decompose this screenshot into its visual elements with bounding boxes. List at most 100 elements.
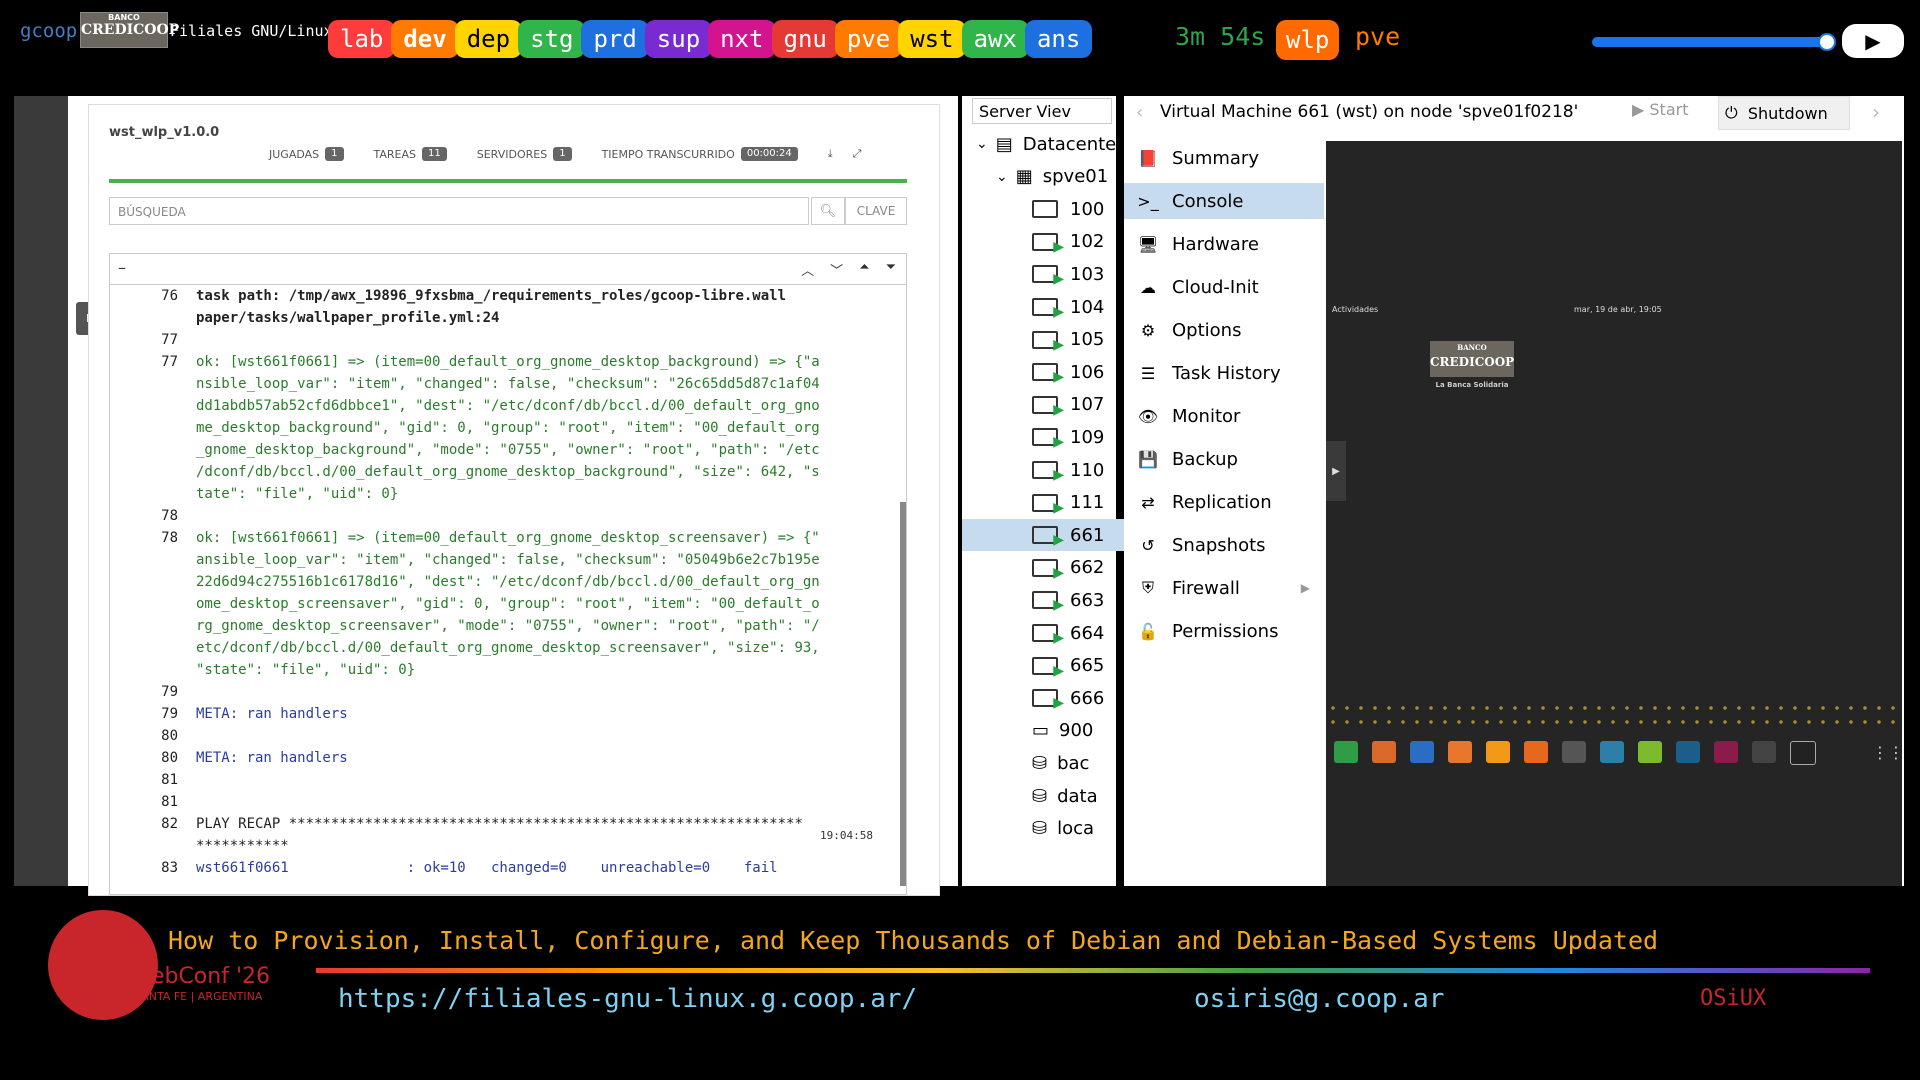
menu-permissions[interactable]: 🔓 Permissions xyxy=(1124,613,1324,649)
spreadsheet-icon[interactable] xyxy=(1334,741,1358,763)
menu-hardware[interactable]: 🖥 Hardware xyxy=(1124,226,1324,262)
tool-icon[interactable] xyxy=(1638,741,1662,763)
progress-slider[interactable] xyxy=(1592,37,1828,47)
stat-badge: 11 xyxy=(422,147,447,161)
credicoop-logo: BANCO CREDICOOP xyxy=(80,12,179,48)
line-number: 80 xyxy=(161,728,178,744)
start-button[interactable]: ▶ Start xyxy=(1632,100,1688,119)
chevron-down-icon[interactable]: ﹀ xyxy=(830,260,843,279)
remote-icon[interactable] xyxy=(1600,741,1624,763)
search-input[interactable]: BÚSQUEDA xyxy=(109,197,809,225)
app2-icon[interactable] xyxy=(1714,741,1738,763)
menu-snapshots[interactable]: ↺ Snapshots xyxy=(1124,527,1324,563)
scrollbar[interactable] xyxy=(900,502,906,886)
double-chevron-up-icon[interactable]: ⏶ xyxy=(859,260,869,279)
tree-node[interactable]: ⌄ ▦ spve01 xyxy=(962,161,1150,193)
vm-icon xyxy=(1032,200,1058,219)
line-number: 78 xyxy=(161,508,178,524)
vm-icon: ▶ xyxy=(1032,461,1064,483)
document-icon[interactable] xyxy=(1410,741,1434,763)
awx-sidebar xyxy=(14,96,68,886)
line-number: 76 xyxy=(161,288,178,304)
menu-summary[interactable]: 📕 Summary xyxy=(1124,140,1324,176)
chevron-up-icon[interactable]: ︿ xyxy=(801,260,814,279)
back-icon[interactable]: ‹ xyxy=(1136,102,1143,123)
summary-icon: 📕 xyxy=(1138,148,1158,168)
debconf-label: DebConf '26 xyxy=(134,964,270,989)
stat-badge: 1 xyxy=(553,147,572,161)
tree-datacenter[interactable]: ⌄ ▤ Datacente xyxy=(962,128,1130,160)
vm-icon: ▶ xyxy=(1032,656,1064,679)
firefox-icon[interactable] xyxy=(1486,741,1510,763)
menu-console[interactable]: >_ Console xyxy=(1124,183,1324,219)
tag-gnu: gnu xyxy=(771,20,839,58)
settings-icon[interactable] xyxy=(1752,741,1776,763)
vm-icon: ▶ xyxy=(1032,493,1064,516)
search-button[interactable]: 🔍︎ xyxy=(811,197,845,225)
menu-monitor[interactable]: 👁 Monitor xyxy=(1124,398,1324,434)
key-button[interactable]: CLAVE xyxy=(845,197,907,225)
log-line: META: ran handlers xyxy=(196,706,348,722)
browser-icon[interactable] xyxy=(1448,741,1472,763)
gnome-top-bar: Actividades mar, 19 de abr, 19:05 xyxy=(1326,301,1902,321)
awx-job-panel: Plantillas wst_wlp_v1.0.0 JUGADAS1 TAREA… xyxy=(14,96,958,896)
shutdown-button[interactable]: ⏻ Shutdown xyxy=(1718,96,1850,130)
talk-title: How to Provision, Install, Configure, an… xyxy=(168,926,1659,955)
wallpaper-logo: BANCO CREDICOOP xyxy=(1430,341,1514,377)
vm-icon: ▶ xyxy=(1032,689,1064,711)
info-icon[interactable] xyxy=(1562,741,1586,763)
log-line: task path: /tmp/awx_19896_9fxsbma_/requi… xyxy=(196,288,787,326)
menu-replication[interactable]: ⇄ Replication xyxy=(1124,484,1324,520)
storage-icon: ⛁ xyxy=(1032,785,1048,807)
double-chevron-down-icon[interactable]: ⏷ xyxy=(886,260,896,279)
top-bar: gcoop BANCO CREDICOOP Filiales GNU/Linux… xyxy=(0,0,1920,90)
tag-ans: ans xyxy=(1024,20,1093,58)
terminal-icon[interactable] xyxy=(1790,741,1816,765)
line-number: 82 xyxy=(161,816,178,832)
backup-icon: 💾 xyxy=(1138,449,1158,469)
vm-icon: ▶ xyxy=(1032,558,1064,581)
menu-cloud-init[interactable]: ☁ Cloud-Init xyxy=(1124,269,1324,305)
output-toolbar: – ︿ ﹀ ⏶ ⏷ xyxy=(110,254,906,285)
stat-label: TAREAS xyxy=(373,147,417,161)
server-view-select[interactable]: Server Viev xyxy=(972,98,1112,124)
line-number: 81 xyxy=(161,794,178,810)
app-icon[interactable] xyxy=(1676,741,1700,763)
collapse-all-button[interactable]: – xyxy=(118,258,126,277)
menu-options[interactable]: ⚙ Options xyxy=(1124,312,1324,348)
datacenter-icon: ▤ xyxy=(995,133,1013,155)
console-icon: >_ xyxy=(1137,191,1159,211)
job-progress-bar xyxy=(109,179,907,183)
wallpaper-tagline: La Banca Solidaria xyxy=(1435,381,1509,389)
task-history-icon: ☰ xyxy=(1140,363,1156,383)
vm-console[interactable]: Actividades mar, 19 de abr, 19:05 BANCO … xyxy=(1326,141,1904,886)
storage-icon: ⛁ xyxy=(1032,818,1048,840)
vm-icon: ▶ xyxy=(1032,298,1064,320)
tag-pve: pve xyxy=(834,20,903,58)
presentation-icon[interactable] xyxy=(1372,741,1396,763)
log-line: ok: [wst661f0661] => (item=00_default_or… xyxy=(196,354,820,502)
node-icon: ▦ xyxy=(1015,166,1033,188)
line-number: 77 xyxy=(161,354,178,370)
filiales-label: Filiales GNU/Linux xyxy=(170,22,333,40)
files-icon[interactable] xyxy=(1524,741,1548,763)
resource-tree-panel: Server Viev ⌄ ▤ Datacente ⌄ ▦ spve01 100 ▶ 102 ▶ 1… xyxy=(962,96,1186,886)
vm-icon: ▶ xyxy=(1032,395,1064,418)
forward-icon[interactable]: › xyxy=(1872,100,1880,124)
log-line: META: ran handlers xyxy=(196,750,348,766)
stat-label: TIEMPO TRANSCURRIDO xyxy=(601,147,735,161)
app-grid-icon[interactable]: ⋮⋮ xyxy=(1872,743,1904,762)
talk-email: osiris@g.coop.ar xyxy=(1194,984,1445,1014)
side-toggle[interactable]: ▶ xyxy=(1326,441,1346,501)
vm-icon: ▶ xyxy=(1032,265,1064,287)
tag-sup: sup xyxy=(644,20,713,58)
play-button[interactable]: ▶ xyxy=(1842,24,1904,58)
slider-knob[interactable] xyxy=(1818,33,1836,51)
fullscreen-icon[interactable]: ⤢ xyxy=(853,147,862,161)
line-number: 79 xyxy=(161,684,178,700)
monitor-icon: 👁 xyxy=(1137,406,1159,426)
menu-firewall[interactable]: ⛨ Firewall ▶ xyxy=(1124,570,1324,606)
download-icon[interactable]: ⤓ xyxy=(828,147,833,161)
menu-task-history[interactable]: ☰ Task History xyxy=(1124,355,1324,391)
menu-backup[interactable]: 💾 Backup xyxy=(1124,441,1324,477)
